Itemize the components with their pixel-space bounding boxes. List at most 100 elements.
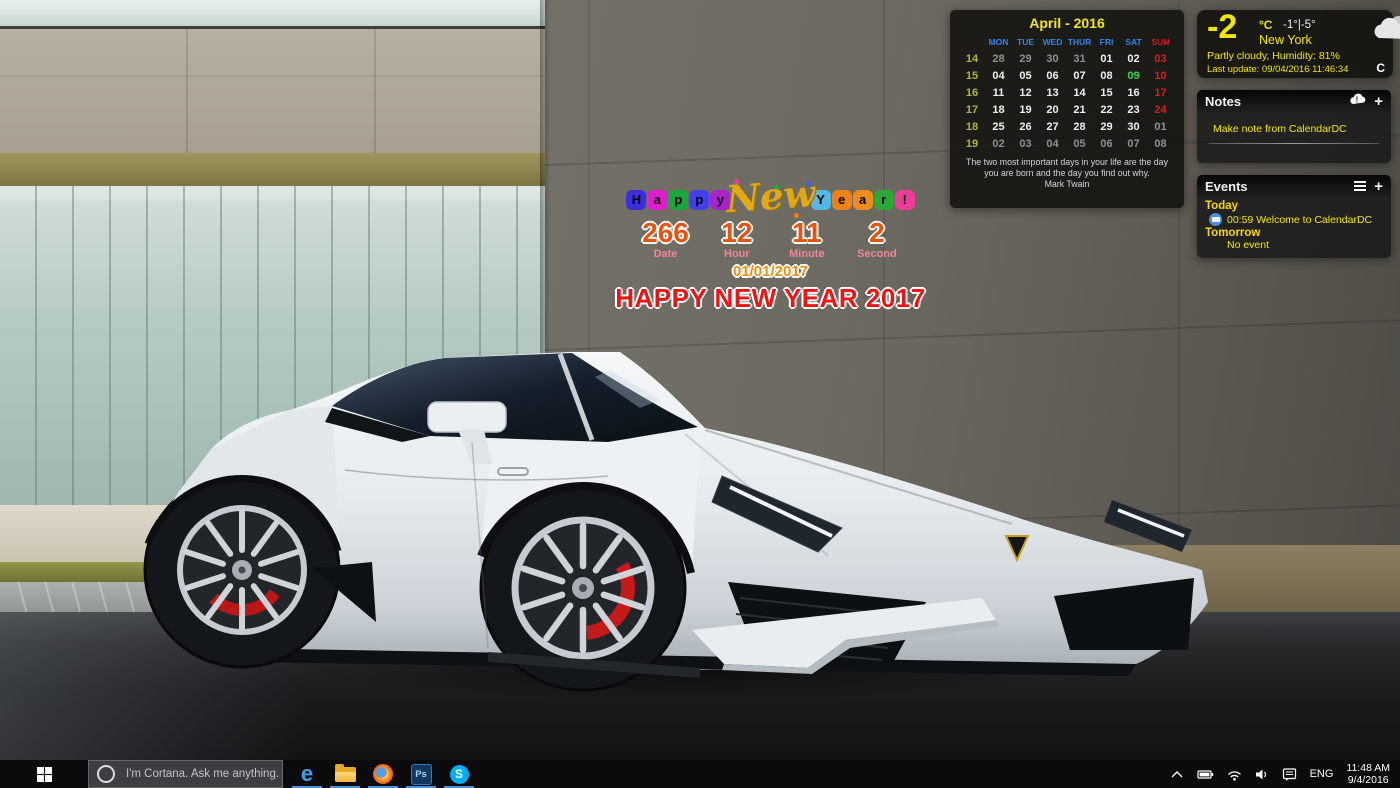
calendar-day[interactable]: 03 [1147,51,1174,68]
calendar-day[interactable]: 12 [1012,85,1039,102]
calendar-day[interactable]: 03 [1012,136,1039,153]
car-illustration [140,330,1250,760]
action-center-icon[interactable] [1282,767,1297,782]
countdown-target-date: 01/01/2017 [598,263,943,280]
calendar-day[interactable]: 31 [1066,51,1093,68]
windows-logo-icon [37,767,52,782]
new-year-countdown-overlay: H a p p y New Y e a r ! 266 Date 12 Hour… [598,183,943,314]
calendar-day[interactable]: 05 [1012,68,1039,85]
photoshop-icon: Ps [411,764,432,785]
calendar-day[interactable]: 22 [1093,102,1120,119]
calendar-day[interactable]: 02 [985,136,1012,153]
calendar-day[interactable]: 16 [1120,85,1147,102]
calendar-day[interactable]: 08 [1147,136,1174,153]
letter-tile: r [874,190,894,210]
quote-of-the-day: The two most important days in your life… [950,153,1184,178]
today-section-label: Today [1205,200,1383,212]
countdown-counters: 266 Date 12 Hour 11 Minute 2 Second [598,219,943,260]
calendar-day[interactable]: 29 [1093,119,1120,136]
event-mail-icon [1209,213,1222,226]
calendar-day[interactable]: 01 [1147,119,1174,136]
calendar-day[interactable]: 14 [1066,85,1093,102]
calendar-day[interactable]: 27 [1039,119,1066,136]
calendar-day[interactable]: 07 [1120,136,1147,153]
note-item[interactable]: Make note from CalendarDC [1213,123,1347,135]
start-button[interactable] [0,760,88,788]
add-note-button[interactable]: + [1374,94,1383,109]
day-header: THUR [1066,34,1093,51]
taskbar-clock[interactable]: 11:48 AM 9/4/2016 [1346,762,1390,786]
calendar-day[interactable]: 01 [1093,51,1120,68]
calendar-day[interactable]: 02 [1120,51,1147,68]
countdown-days: 266 Date [642,219,689,260]
taskbar-app-edge[interactable]: e [288,760,326,788]
calendar-day[interactable]: 28 [1066,119,1093,136]
notes-header: Notes ! + [1197,90,1391,112]
right-headlight [1104,500,1192,552]
calendar-day[interactable]: 30 [1039,51,1066,68]
calendar-day[interactable]: 04 [1039,136,1066,153]
day-header: SAT [1120,34,1147,51]
battery-icon[interactable] [1197,767,1214,782]
show-hidden-icons-chevron[interactable] [1170,768,1184,780]
calendar-day[interactable]: 26 [1012,119,1039,136]
building-beam [0,153,545,186]
notes-title: Notes [1205,94,1341,109]
weather-city: New York [1259,33,1312,47]
weather-condition: Partly cloudy, Humidity: 81% [1207,50,1340,62]
week-number: 14 [959,51,985,68]
calendar-day[interactable]: 21 [1066,102,1093,119]
calendar-day[interactable]: 18 [985,102,1012,119]
calendar-day-today[interactable]: 09 [1120,68,1147,85]
calendar-day[interactable]: 24 [1147,102,1174,119]
events-header: Events + [1197,175,1391,197]
events-title: Events [1205,179,1346,194]
calendar-day[interactable]: 04 [985,68,1012,85]
clock-date: 9/4/2016 [1348,774,1389,786]
letter-tile: H [626,190,646,210]
calendar-day[interactable]: 29 [1012,51,1039,68]
calendar-day[interactable]: 06 [1093,136,1120,153]
calendar-day[interactable]: 17 [1147,85,1174,102]
add-event-button[interactable]: + [1374,179,1383,194]
calendar-day[interactable]: 20 [1039,102,1066,119]
calendar-day[interactable]: 11 [985,85,1012,102]
calendar-day[interactable]: 30 [1120,119,1147,136]
cortana-icon [97,765,115,783]
calendar-month-title: April - 2016 [950,10,1184,31]
wifi-icon[interactable] [1227,768,1242,781]
calendar-day[interactable]: 07 [1066,68,1093,85]
system-tray: ENG 11:48 AM 9/4/2016 [1170,760,1400,788]
calendar-corner [959,34,985,51]
cloud-sync-icon[interactable]: ! [1349,92,1366,110]
events-menu-icon[interactable] [1354,179,1366,193]
calendar-day[interactable]: 23 [1120,102,1147,119]
taskbar-app-skype[interactable]: S [440,760,478,788]
calendar-day[interactable]: 06 [1039,68,1066,85]
building-upper-glass [0,0,545,29]
language-indicator[interactable]: ENG [1310,768,1334,780]
events-widget: Events + Today 00:59 Welcome to Calendar… [1197,175,1391,258]
taskbar-app-firefox[interactable] [364,760,402,788]
cortana-search-box[interactable] [88,760,283,788]
calendar-day[interactable]: 05 [1066,136,1093,153]
volume-icon[interactable] [1255,767,1269,782]
taskbar-app-photoshop[interactable]: Ps [402,760,440,788]
calendar-day[interactable]: 15 [1093,85,1120,102]
day-header: MON [985,34,1012,51]
calendar-day[interactable]: 19 [1012,102,1039,119]
search-input[interactable] [124,767,282,781]
edge-icon: e [301,764,313,784]
calendar-day[interactable]: 08 [1093,68,1120,85]
high-low-temps: -1°|-5° [1283,19,1316,31]
taskbar-app-file-explorer[interactable] [326,760,364,788]
celsius-toggle[interactable]: C [1376,61,1385,75]
temperature-unit: °C [1259,18,1272,32]
calendar-day[interactable]: 25 [985,119,1012,136]
calendar-day[interactable]: 28 [985,51,1012,68]
notes-body: Make note from CalendarDC [1197,112,1391,163]
event-row[interactable]: 00:59 Welcome to CalendarDC [1209,213,1383,226]
letter-tile: p [689,190,709,210]
calendar-day[interactable]: 10 [1147,68,1174,85]
calendar-day[interactable]: 13 [1039,85,1066,102]
